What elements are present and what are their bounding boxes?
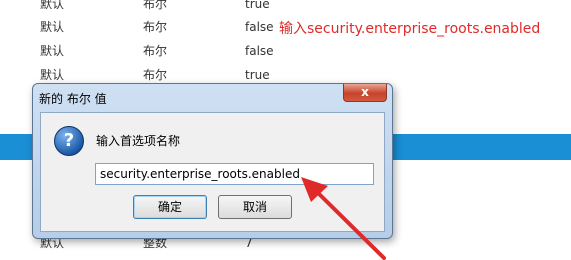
pref-type: 布尔: [143, 0, 168, 11]
ok-button[interactable]: 确定: [133, 195, 207, 219]
pref-status: 默认: [40, 44, 65, 58]
pref-row[interactable]: 默认 布尔 true: [0, 0, 571, 16]
dialog-title: 新的 布尔 值: [39, 92, 107, 106]
pref-row[interactable]: 默认 布尔 false: [0, 39, 571, 63]
cancel-button[interactable]: 取消: [218, 195, 292, 219]
pref-status: 默认: [40, 0, 65, 11]
pref-status: 默认: [40, 20, 65, 34]
preference-name-input[interactable]: [95, 163, 374, 185]
pref-type: 布尔: [143, 44, 168, 58]
pref-value: true: [245, 0, 270, 11]
question-icon: ?: [54, 126, 84, 156]
instruction-annotation: 输入security.enterprise_roots.enabled: [279, 21, 541, 37]
pref-value: false: [245, 44, 274, 58]
dialog-body: ? 输入首选项名称 确定 取消: [40, 112, 385, 232]
new-boolean-dialog: 新的 布尔 值 x ? 输入首选项名称 确定 取消: [32, 83, 393, 239]
pref-value: false: [245, 20, 274, 34]
pref-type: 布尔: [143, 20, 168, 34]
prompt-label: 输入首选项名称: [96, 134, 181, 148]
close-button[interactable]: x: [343, 84, 387, 102]
